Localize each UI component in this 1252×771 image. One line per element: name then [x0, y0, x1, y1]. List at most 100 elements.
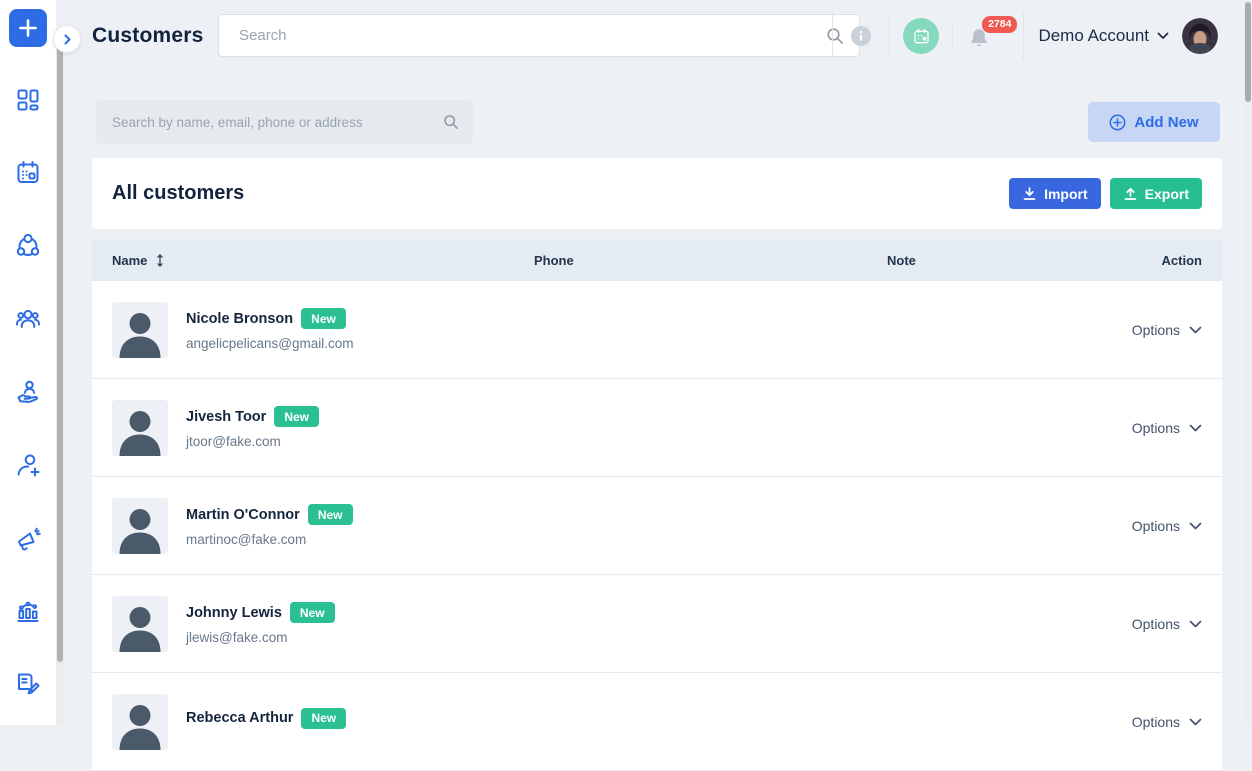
- customer-name: Rebecca Arthur: [186, 710, 294, 726]
- customers-table: Name Phone Note Action Nicole Bronson New…: [92, 240, 1222, 771]
- add-new-button[interactable]: Add New: [1088, 102, 1220, 142]
- global-search-input[interactable]: [218, 14, 860, 57]
- person-silhouette-icon: [119, 606, 161, 652]
- options-button[interactable]: Options: [1132, 420, 1202, 436]
- status-badge: New: [301, 308, 346, 329]
- sidebar-item-notes[interactable]: [14, 670, 42, 698]
- sidebar-item-client-care[interactable]: [14, 378, 42, 406]
- megaphone-icon: [18, 527, 41, 551]
- column-header-note: Note: [887, 253, 916, 268]
- export-label: Export: [1144, 185, 1189, 202]
- booking-button[interactable]: [903, 18, 940, 54]
- divider: [889, 13, 891, 59]
- dashboard-icon: [17, 89, 39, 111]
- bar-chart-icon: [17, 601, 39, 622]
- page-scrollbar[interactable]: [1244, 0, 1252, 725]
- options-button[interactable]: Options: [1132, 616, 1202, 632]
- options-label: Options: [1131, 615, 1180, 632]
- customer-email: jtoor@fake.com: [186, 434, 281, 449]
- customer-avatar: [112, 497, 168, 554]
- page-title: Customers: [92, 24, 204, 47]
- topbar-actions: 2784 Demo Account: [832, 0, 1218, 72]
- person-silhouette-icon: [119, 508, 161, 554]
- sidebar-item-customers[interactable]: [14, 305, 42, 333]
- chevron-down-icon: [1189, 522, 1202, 529]
- person-silhouette-icon: [119, 312, 161, 358]
- sidebar-scrollbar[interactable]: [56, 43, 64, 725]
- sidebar-item-reports[interactable]: [14, 597, 42, 625]
- table-row: Martin O'Connor New martinoc@fake.com Opt…: [92, 477, 1222, 575]
- user-avatar[interactable]: [1182, 18, 1218, 54]
- global-search: [218, 14, 860, 57]
- customer-email: jlewis@fake.com: [186, 630, 288, 645]
- customer-name: Johnny Lewis: [186, 604, 282, 621]
- booking-icon: [914, 28, 929, 43]
- customers-icon: [16, 309, 40, 328]
- sort-icon: [157, 254, 164, 267]
- customer-avatar: [112, 595, 168, 652]
- chevron-down-icon: [1157, 32, 1169, 39]
- hand-person-icon: [17, 380, 38, 403]
- customer-avatar: [112, 301, 168, 358]
- options-label: Options: [1131, 713, 1180, 730]
- table-row: Jivesh Toor New jtoor@fake.com Options: [92, 379, 1222, 477]
- import-label: Import: [1044, 185, 1088, 202]
- chevron-down-icon: [1189, 326, 1202, 333]
- list-header-card: All customers Import Export: [92, 158, 1222, 229]
- table-row: Rebecca Arthur New Options: [92, 673, 1222, 771]
- status-badge: New: [289, 602, 335, 623]
- column-header-phone: Phone: [534, 253, 574, 268]
- sidebar-item-marketing[interactable]: [14, 524, 42, 552]
- info-button[interactable]: [851, 26, 872, 46]
- calendar-icon: [17, 161, 39, 183]
- options-label: Options: [1131, 321, 1180, 338]
- person-add-icon: [17, 454, 40, 477]
- customer-name: Jivesh Toor: [186, 408, 267, 425]
- sidebar-item-add-customer[interactable]: [14, 451, 42, 479]
- download-icon: [1023, 187, 1036, 200]
- sidebar-item-dashboard[interactable]: [14, 86, 42, 114]
- options-button[interactable]: Options: [1132, 518, 1202, 534]
- table-row: Johnny Lewis New jlewis@fake.com Options: [92, 575, 1222, 673]
- table-row: Nicole Bronson New angelicpelicans@gmail.…: [92, 281, 1222, 379]
- status-badge: New: [307, 504, 353, 525]
- topbar: Customers 2784 Demo Account: [64, 0, 1244, 72]
- customer-email: martinoc@fake.com: [186, 532, 307, 547]
- status-badge: New: [301, 707, 347, 729]
- customers-toolbar: Add New: [64, 100, 1244, 144]
- notification-badge: 2784: [982, 16, 1018, 33]
- name-column-label: Name: [112, 253, 148, 268]
- person-silhouette-icon: [119, 410, 161, 456]
- options-label: Options: [1131, 419, 1180, 436]
- customer-avatar: [112, 399, 168, 456]
- customer-filter-search: [96, 100, 473, 144]
- main-content: Customers 2784 Demo Account: [64, 0, 1244, 771]
- options-button[interactable]: Options: [1132, 322, 1202, 338]
- chevron-down-icon: [1189, 620, 1202, 627]
- import-button[interactable]: Import: [1009, 178, 1101, 209]
- sidebar-item-calendar[interactable]: [14, 159, 42, 187]
- chevron-down-icon: [1189, 718, 1202, 725]
- page-scrollbar-thumb[interactable]: [1245, 2, 1251, 102]
- column-header-action: Action: [1161, 253, 1202, 268]
- list-actions: Import Export: [1009, 178, 1202, 209]
- search-icon: [444, 115, 458, 129]
- account-menu[interactable]: Demo Account: [1038, 26, 1169, 46]
- divider: [952, 25, 954, 47]
- person-silhouette-icon: [119, 704, 161, 750]
- options-button[interactable]: Options: [1132, 714, 1202, 730]
- connections-icon: [16, 233, 40, 256]
- avatar-photo: [1182, 18, 1218, 54]
- export-button[interactable]: Export: [1109, 178, 1202, 209]
- customer-filter-input[interactable]: [96, 100, 473, 144]
- sidebar-scrollbar-thumb[interactable]: [57, 46, 63, 662]
- options-label: Options: [1131, 517, 1180, 534]
- customer-avatar: [112, 693, 168, 750]
- column-header-name[interactable]: Name: [112, 253, 534, 268]
- info-icon: [851, 26, 872, 46]
- sidebar-collapse-button[interactable]: [53, 25, 81, 53]
- sidebar-item-connections[interactable]: [14, 232, 42, 260]
- app-logo[interactable]: [9, 9, 47, 47]
- notifications-button[interactable]: 2784: [965, 13, 1018, 59]
- divider: [832, 13, 834, 59]
